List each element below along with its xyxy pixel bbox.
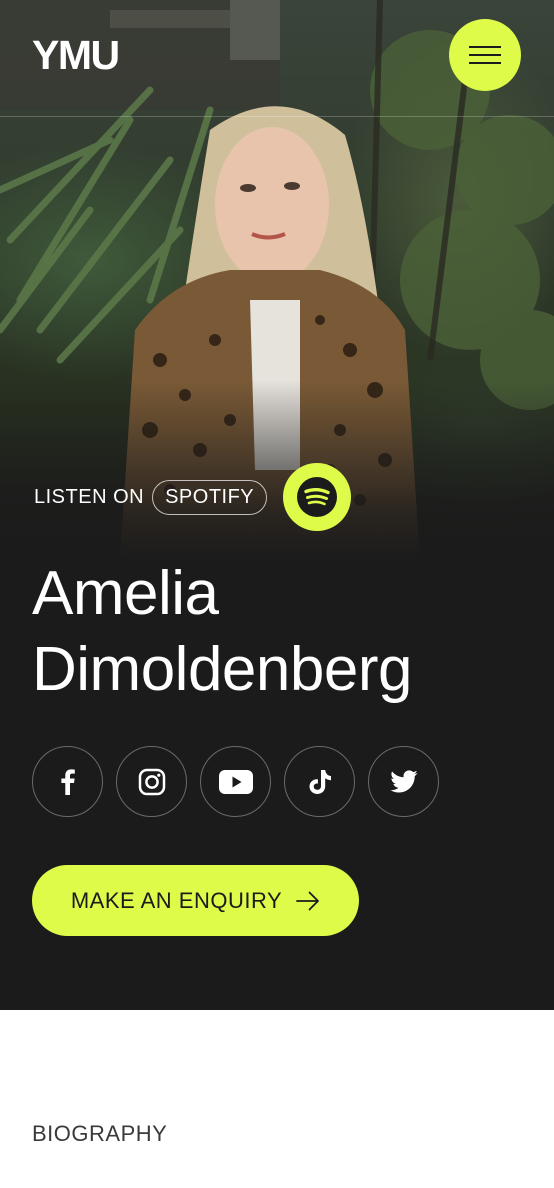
- biography-heading: BIOGRAPHY: [32, 1121, 168, 1146]
- photo-gradient-overlay: [0, 380, 554, 560]
- listen-on-label: LISTEN ON: [34, 486, 145, 508]
- spotify-pill[interactable]: SPOTIFY: [152, 480, 268, 515]
- listen-on: LISTEN ON SPOTIFY: [34, 480, 268, 515]
- artist-page: YMU LISTEN ON SPOTIFY Amelia Dimoldenber…: [0, 0, 554, 1188]
- spotify-icon: [297, 477, 337, 517]
- logo[interactable]: YMU: [32, 32, 120, 78]
- arrow-right-icon: [296, 891, 320, 911]
- youtube-icon: [218, 769, 253, 794]
- hero-section: YMU LISTEN ON SPOTIFY Amelia Dimoldenber…: [0, 0, 554, 1010]
- artist-first-name: Amelia: [32, 559, 219, 628]
- twitter-link[interactable]: [368, 746, 439, 817]
- menu-button[interactable]: [449, 19, 521, 91]
- make-enquiry-button[interactable]: MAKE AN ENQUIRY: [32, 865, 359, 936]
- header-divider: [0, 116, 554, 117]
- facebook-link[interactable]: [32, 746, 103, 817]
- twitter-icon: [389, 769, 417, 792]
- facebook-icon: [60, 768, 75, 795]
- tiktok-icon: [309, 769, 331, 794]
- tiktok-link[interactable]: [284, 746, 355, 817]
- artist-name: Amelia Dimoldenberg: [32, 556, 413, 708]
- make-enquiry-label: MAKE AN ENQUIRY: [70, 887, 283, 913]
- instagram-link[interactable]: [116, 746, 187, 817]
- hamburger-menu-icon: [469, 40, 501, 70]
- spotify-button[interactable]: [283, 463, 351, 531]
- social-links: [32, 746, 452, 817]
- instagram-icon: [138, 768, 165, 795]
- artist-last-name: Dimoldenberg: [32, 635, 413, 704]
- youtube-link[interactable]: [200, 746, 271, 817]
